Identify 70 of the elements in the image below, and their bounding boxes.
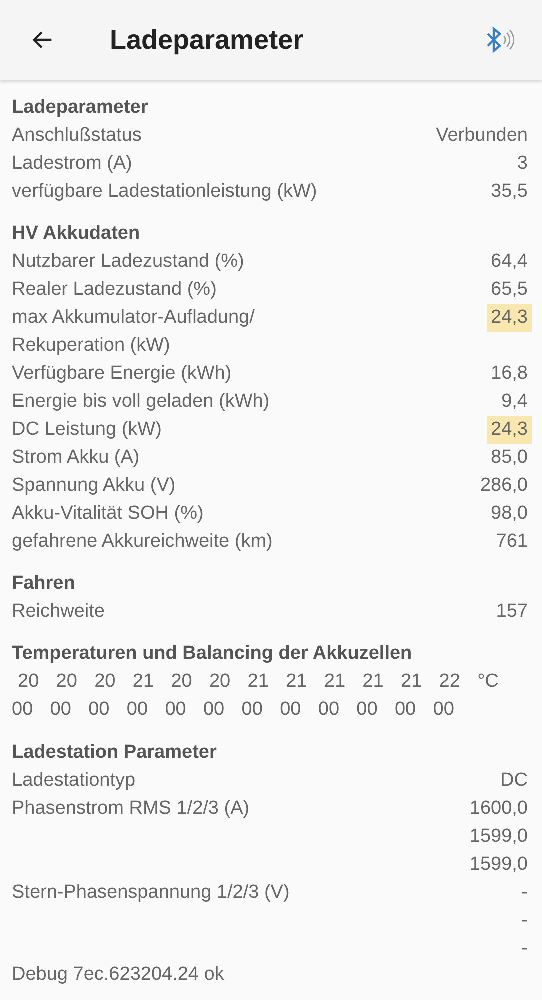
row-label: Ladestrom (A) [12, 152, 132, 176]
row-value: 761 [495, 530, 529, 554]
balancing-value: 00 [280, 698, 302, 722]
row-value: 98,0 [490, 502, 529, 526]
section-title: Fahren [12, 572, 76, 596]
section-title: HV Akkudaten [12, 222, 142, 246]
balancing-value: 00 [242, 698, 264, 722]
balancing-value: 00 [433, 698, 456, 722]
row-label: Phasenstrom RMS 1/2/3 (A) [12, 796, 250, 821]
temperature-value: 20 [18, 670, 40, 694]
temperature-value: 22 [439, 670, 462, 694]
temperature-value: 20 [171, 670, 194, 694]
section-title: Temperaturen und Balancing der Akkuzellen [12, 642, 414, 666]
temperature-value: 20 [94, 670, 117, 694]
row-value: Verbunden [435, 124, 529, 148]
row-label: Stern-Phasenspannung 1/2/3 (V) [12, 880, 290, 905]
row-value: 24,3 [487, 304, 532, 332]
section-title: Ladestation Parameter [12, 740, 218, 765]
balancing-value: 00 [12, 698, 34, 722]
row-value: 1600,0 [468, 796, 529, 821]
row-value: 35,5 [490, 180, 529, 204]
row-value: 1599,0 [468, 824, 529, 849]
row-label: max Akkumulator-Aufladung/ Rekuperation (kW) [12, 306, 255, 358]
row-value: 16,8 [490, 362, 529, 386]
balancing-value: 00 [165, 698, 188, 722]
row-value: - [520, 936, 529, 961]
row-label: Ladestationtyp [12, 768, 136, 793]
row-label: verfügbare Ladestationleistung (kW) [12, 180, 318, 204]
row-value: - [520, 908, 529, 933]
row-label: gefahrene Akkureichweite (km) [12, 530, 273, 554]
temperature-value: 21 [248, 670, 270, 694]
row-label: Realer Ladezustand (%) [12, 278, 217, 302]
screen-title: Ladeparameter [110, 24, 305, 56]
row-value: 3 [516, 152, 529, 176]
row-value: 24,3 [487, 416, 532, 444]
row-label: Energie bis voll geladen (kWh) [12, 390, 270, 414]
debug-text: Debug 7ec.623204.24 ok [12, 962, 226, 987]
temperature-value: 21 [324, 670, 347, 694]
balancing-value: 00 [356, 698, 379, 722]
row-label: Strom Akku (A) [12, 446, 140, 470]
row-value: DC [500, 768, 529, 793]
balancing-value: 00 [318, 698, 341, 722]
row-value: 157 [495, 600, 529, 624]
temperature-value: 21 [400, 670, 424, 694]
row-label: Nutzbarer Ladezustand (%) [12, 250, 244, 274]
temperature-value: 20 [209, 670, 232, 694]
row-label: Akku-Vitalität SOH (%) [12, 502, 204, 526]
row-value: 9,4 [500, 390, 529, 414]
row-label: Spannung Akku (V) [12, 474, 176, 498]
row-label: Anschlußstatus [12, 124, 142, 148]
temperature-value: 21 [362, 670, 385, 694]
temperature-value: 21 [132, 670, 156, 694]
row-value: 286,0 [479, 474, 529, 498]
section-title: Ladeparameter [12, 96, 150, 120]
balancing-value: 00 [126, 698, 150, 722]
balancing-value: 00 [50, 698, 72, 722]
unit-label: °C [478, 670, 500, 694]
temperature-value: 20 [56, 670, 78, 694]
balancing-value: 00 [394, 698, 418, 722]
row-value: 85,0 [490, 446, 529, 470]
balancing-value: 00 [203, 698, 226, 722]
balancing-value: 00 [88, 698, 111, 722]
row-value: 64,4 [490, 250, 529, 274]
row-value: 65,5 [490, 278, 529, 302]
row-value: - [520, 880, 529, 905]
row-value: 1599,0 [468, 852, 529, 877]
row-label: Verfügbare Energie (kWh) [12, 362, 232, 386]
row-label: DC Leistung (kW) [12, 418, 162, 442]
temperature-value: 21 [286, 670, 308, 694]
row-label: Reichweite [12, 600, 105, 624]
